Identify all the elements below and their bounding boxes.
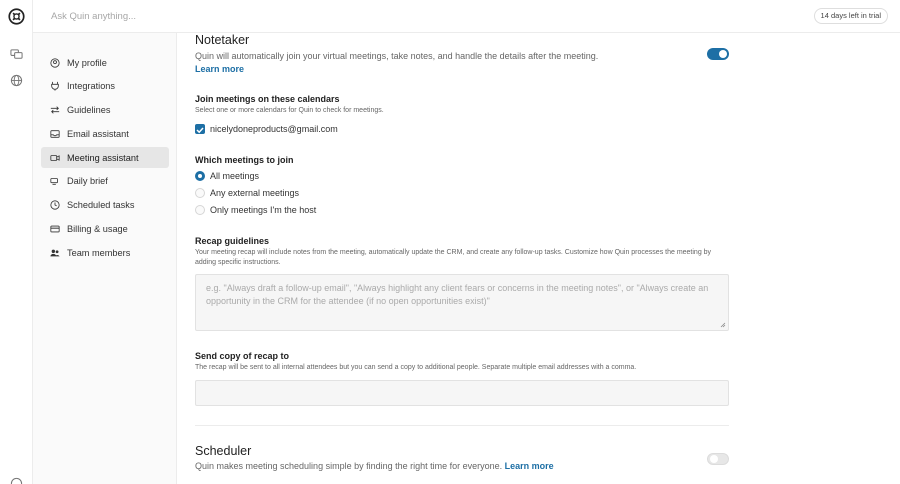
check-icon: [196, 127, 204, 134]
plug-icon: [51, 82, 59, 91]
radio-all-meetings[interactable]: [195, 171, 205, 181]
radio-host-meetings[interactable]: [195, 205, 205, 215]
inbox-icon: [50, 130, 60, 138]
settings-nav: My profile Integrations Guidelines Email as…: [41, 52, 169, 266]
sidebar-item-my-profile[interactable]: My profile: [41, 52, 169, 73]
radio-external-meetings[interactable]: [195, 188, 205, 198]
arrows-icon: [50, 106, 60, 114]
ask-input[interactable]: Ask Quin anything...: [51, 11, 136, 22]
settings-sidebar: My profile Integrations Guidelines Email as…: [33, 33, 177, 484]
scheduler-title: Scheduler: [195, 444, 252, 458]
sidebar-item-scheduled-tasks[interactable]: Scheduled tasks: [41, 195, 169, 216]
scheduler-description-text: Quin makes meeting scheduling simple by …: [195, 461, 503, 471]
radio-external-meetings-label[interactable]: Any external meetings: [210, 188, 299, 198]
sidebar-item-label: Daily brief: [67, 176, 108, 187]
app-rail: [0, 0, 33, 484]
send-copy-title: Send copy of recap to: [195, 351, 290, 361]
scheduler-description: Quin makes meeting scheduling simple by …: [195, 461, 554, 471]
section-divider: [195, 425, 729, 426]
scheduler-toggle[interactable]: [707, 453, 729, 465]
card-icon: [50, 225, 60, 233]
notetaker-toggle[interactable]: [707, 48, 729, 60]
user-circle-icon: [50, 57, 60, 68]
send-copy-input[interactable]: [195, 380, 729, 406]
sidebar-item-label: My profile: [67, 57, 107, 68]
help-icon[interactable]: [10, 477, 23, 484]
recap-guidelines-textarea[interactable]: e.g. "Always draft a follow-up email", "…: [195, 274, 729, 331]
sidebar-item-billing-usage[interactable]: Billing & usage: [41, 219, 169, 240]
clock-icon: [50, 200, 60, 210]
sidebar-item-team-members[interactable]: Team members: [41, 242, 169, 263]
cup-icon: [50, 178, 58, 186]
sidebar-item-daily-brief[interactable]: Daily brief: [41, 171, 169, 192]
radio-all-meetings-label[interactable]: All meetings: [210, 171, 259, 181]
recap-subtitle: Your meeting recap will include notes fr…: [195, 249, 712, 266]
recap-title: Recap guidelines: [195, 236, 270, 246]
sidebar-item-label: Team members: [67, 247, 131, 258]
sidebar-item-label: Integrations: [67, 81, 116, 92]
notetaker-description: Quin will automatically join your virtua…: [195, 50, 655, 76]
which-meetings-title: Which meetings to join: [195, 155, 294, 165]
sidebar-item-integrations[interactable]: Integrations: [41, 76, 169, 97]
users-icon: [50, 249, 60, 257]
sidebar-item-label: Meeting assistant: [67, 152, 139, 163]
sidebar-item-guidelines[interactable]: Guidelines: [41, 100, 169, 121]
chat-icon[interactable]: [10, 48, 23, 61]
toggle-knob: [710, 455, 718, 463]
trial-badge[interactable]: 14 days left in trial: [813, 8, 888, 24]
sidebar-item-label: Email assistant: [67, 128, 129, 139]
calendars-title: Join meetings on these calendars: [195, 94, 340, 104]
sidebar-item-label: Scheduled tasks: [67, 200, 135, 211]
top-bar: Ask Quin anything... 14 days left in tri…: [33, 0, 900, 33]
sidebar-item-meeting-assistant[interactable]: Meeting assistant: [41, 147, 169, 169]
toggle-knob: [719, 50, 727, 58]
notetaker-title: Notetaker: [195, 33, 250, 47]
globe-icon[interactable]: [10, 74, 23, 87]
calendars-subtitle: Select one or more calendars for Quin to…: [195, 107, 384, 114]
resize-grip-icon[interactable]: [720, 322, 726, 328]
video-icon: [50, 154, 60, 161]
sidebar-item-label: Guidelines: [67, 105, 111, 116]
calendar-email-label[interactable]: nicelydoneproducts@gmail.com: [210, 124, 338, 134]
recap-placeholder: e.g. "Always draft a follow-up email", "…: [206, 283, 709, 306]
calendar-checkbox[interactable]: [195, 124, 205, 134]
sidebar-item-email-assistant[interactable]: Email assistant: [41, 123, 169, 144]
send-copy-subtitle: The recap will be sent to all internal a…: [195, 364, 637, 371]
scheduler-learn-more-link[interactable]: Learn more: [505, 461, 554, 471]
notetaker-description-text: Quin will automatically join your virtua…: [195, 51, 599, 61]
sidebar-item-label: Billing & usage: [67, 224, 128, 235]
radio-host-meetings-label[interactable]: Only meetings I'm the host: [210, 205, 316, 215]
notetaker-learn-more-link[interactable]: Learn more: [195, 64, 244, 74]
quin-logo-icon[interactable]: [8, 8, 25, 25]
